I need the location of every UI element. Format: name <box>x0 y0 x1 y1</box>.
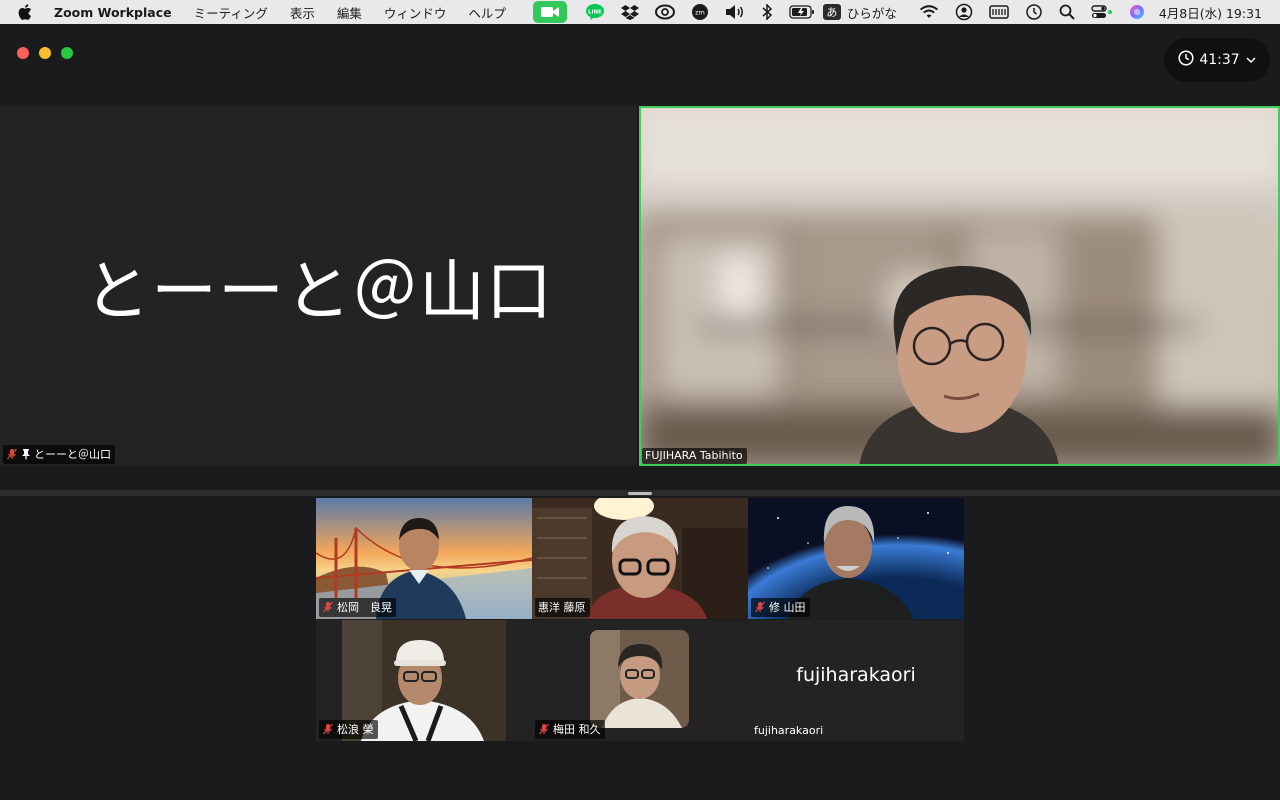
pin-icon <box>21 448 31 460</box>
participant-name-tag: fujiharakaori <box>751 723 827 739</box>
participant-name-tag: とーーと＠山口 <box>3 445 115 464</box>
chevron-down-icon <box>1246 52 1256 68</box>
muted-mic-icon <box>6 448 18 460</box>
muted-mic-icon <box>322 723 334 735</box>
window-minimize-button[interactable] <box>39 47 51 59</box>
bluetooth-icon[interactable] <box>761 4 773 20</box>
meeting-timer[interactable]: 41:37 <box>1164 38 1270 82</box>
spotlight-search-icon[interactable] <box>1059 4 1075 20</box>
user-account-icon[interactable] <box>955 3 973 21</box>
participant-name: 松岡 良晃 <box>337 601 392 614</box>
zoom-meeting-window: 41:37 とーーと＠山口 とーーと＠山口 FUJIHARA Tabihito … <box>0 24 1280 800</box>
time-machine-icon[interactable] <box>1025 3 1043 21</box>
creative-cloud-icon[interactable] <box>654 4 675 20</box>
menu-help[interactable]: ヘルプ <box>468 3 506 22</box>
gallery-tile-6[interactable]: fujiharakaori fujiharakaori <box>748 620 964 741</box>
resize-handle[interactable] <box>628 492 652 495</box>
gallery-tile-3[interactable]: 修 山田 <box>748 498 964 619</box>
participant-display-name: fujiharakaori <box>796 664 916 686</box>
gallery-tile-5[interactable]: 梅田 和久 <box>532 620 748 741</box>
participant-name: 修 山田 <box>769 601 806 614</box>
menu-window[interactable]: ウィンドウ <box>384 3 447 22</box>
menu-view[interactable]: 表示 <box>290 3 315 22</box>
participant-display-name: とーーと＠山口 <box>84 253 553 330</box>
window-fullscreen-button[interactable] <box>61 47 73 59</box>
participant-name: 松浪 榮 <box>337 723 374 736</box>
muted-mic-icon <box>538 723 550 735</box>
volume-icon[interactable] <box>725 4 745 20</box>
keyboard-icon[interactable] <box>989 5 1009 19</box>
svg-text:zm: zm <box>695 9 705 17</box>
menubar-clock[interactable]: 4月8日(水) 19:31 <box>1159 3 1262 22</box>
clock-icon <box>1178 50 1194 70</box>
participant-name: FUJIHARA Tabihito <box>645 449 743 462</box>
menu-meeting[interactable]: ミーティング <box>194 3 268 22</box>
svg-text:LINE: LINE <box>588 10 602 16</box>
wifi-icon[interactable] <box>919 4 939 20</box>
status-area: LINE zm あ ひらがな 4月8日(水) 19:31 <box>532 0 1280 24</box>
participant-name: fujiharakaori <box>754 724 824 737</box>
participant-name: とーーと＠山口 <box>34 448 111 461</box>
window-close-button[interactable] <box>17 47 29 59</box>
zoom-menu-icon[interactable]: zm <box>691 3 709 21</box>
participant-name-tag: 惠洋 藤原 <box>535 598 590 617</box>
participant-name-tag: 松岡 良晃 <box>319 598 396 617</box>
muted-mic-icon <box>754 601 766 613</box>
macos-menubar: Zoom Workplace ミーティング 表示 編集 ウィンドウ ヘルプ LI… <box>0 0 1280 24</box>
video-tile-main-left[interactable]: とーーと＠山口 とーーと＠山口 <box>0 106 637 466</box>
line-app-icon[interactable]: LINE <box>585 3 605 21</box>
control-center-icon[interactable] <box>1091 4 1113 20</box>
gallery-tile-4[interactable]: 松浪 榮 <box>316 620 532 741</box>
gallery-tile-2[interactable]: 惠洋 藤原 <box>532 498 748 619</box>
zoom-video-indicator-icon[interactable] <box>532 1 567 23</box>
elapsed-time: 41:37 <box>1199 52 1240 68</box>
participant-name-tag: 修 山田 <box>751 598 810 617</box>
participant-name-tag: 松浪 榮 <box>319 720 378 739</box>
gallery-tile-1[interactable]: 松岡 良晃 <box>316 498 532 619</box>
siri-icon[interactable] <box>1129 4 1145 20</box>
input-method-badge[interactable]: あ <box>822 4 841 20</box>
participant-name-tag: 梅田 和久 <box>535 720 605 739</box>
participant-name: 梅田 和久 <box>553 723 601 736</box>
participant-video-feed <box>639 106 1280 466</box>
video-tile-active-speaker[interactable]: FUJIHARA Tabihito <box>639 106 1280 466</box>
dropbox-icon[interactable] <box>620 4 639 20</box>
app-menu[interactable]: Zoom Workplace <box>54 5 172 20</box>
apple-menu-icon[interactable] <box>18 4 36 20</box>
participant-name: 惠洋 藤原 <box>538 601 586 614</box>
menu-edit[interactable]: 編集 <box>337 3 362 22</box>
input-method-label[interactable]: ひらがな <box>847 3 897 22</box>
participant-name-tag: FUJIHARA Tabihito <box>642 448 747 464</box>
muted-mic-icon <box>322 601 334 613</box>
battery-icon[interactable] <box>789 5 815 19</box>
